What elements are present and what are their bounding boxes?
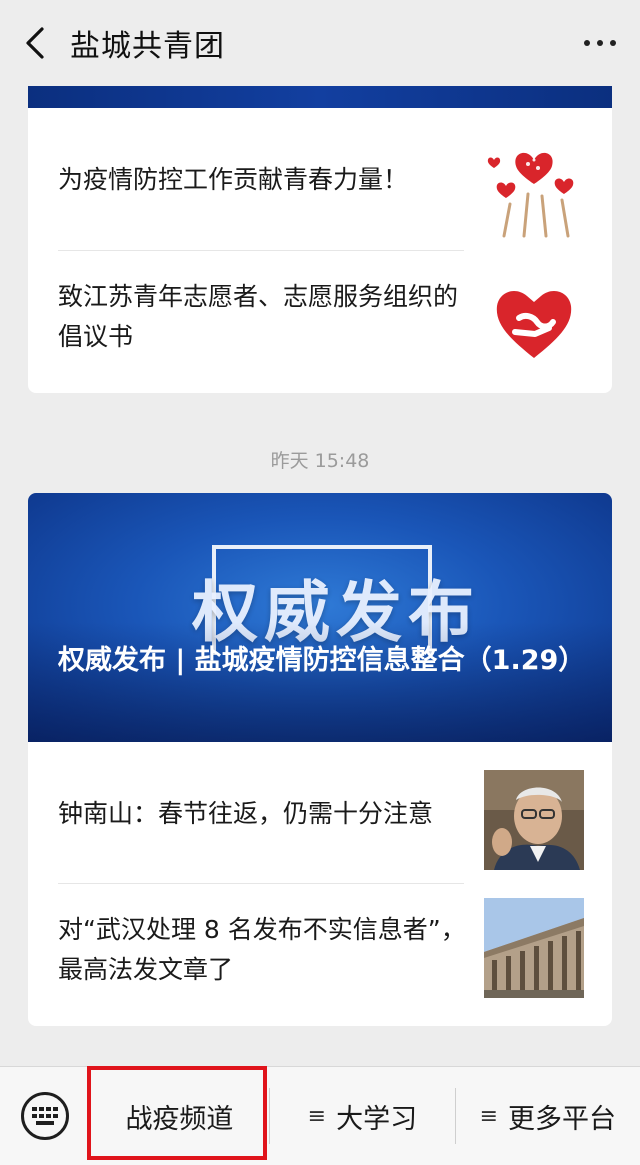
menu-tab-daxuexi[interactable]: ≡ 大学习 — [270, 1067, 454, 1165]
message-timestamp: 昨天 15:48 — [270, 450, 370, 472]
article-title: 为疫情防控工作贡献青春力量！ — [58, 165, 409, 194]
article-item[interactable]: 对“武汉处理 8 名发布不实信息者”，最高法发文章了 — [28, 884, 612, 1026]
article-group-card: 为疫情防控工作贡献青春力量！ 致江苏青年志愿者、志愿服务组织的倡议书 — [28, 86, 612, 393]
previous-banner-strip[interactable] — [28, 86, 612, 108]
menu-tab-label: 更多平台 — [508, 1103, 616, 1135]
portrait-photo — [484, 770, 584, 870]
keyboard-icon — [20, 1092, 69, 1140]
headline-banner[interactable]: 权威发布 权威发布 | 盐城疫情防控信息整合（1.29） — [28, 493, 612, 742]
article-title: 钟南山：春节往返，仍需十分注意 — [58, 799, 434, 828]
menu-lines-icon: ≡ — [307, 1103, 327, 1129]
more-options-button[interactable] — [560, 0, 640, 86]
headline-title: 权威发布 | 盐城疫情防控信息整合（1.29） — [58, 645, 586, 676]
article-title: 对“武汉处理 8 名发布不实信息者”，最高法发文章了 — [58, 915, 466, 984]
more-dots-icon — [584, 40, 590, 46]
article-item[interactable]: 为疫情防控工作贡献青春力量！ — [28, 108, 612, 250]
article-item[interactable]: 致江苏青年志愿者、志愿服务组织的倡议书 — [28, 251, 612, 393]
menu-tab-label: 战疫频道 — [125, 1103, 234, 1135]
bottom-menu-bar: 战疫频道 ≡ 大学习 ≡ 更多平台 — [0, 1066, 640, 1165]
keyboard-toggle-button[interactable] — [0, 1067, 90, 1165]
top-nav-bar: 盐城共青团 — [0, 0, 640, 86]
court-building-photo — [484, 898, 584, 998]
article-title: 致江苏青年志愿者、志愿服务组织的倡议书 — [58, 282, 459, 351]
menu-lines-icon: ≡ — [479, 1103, 498, 1129]
article-group-card: 权威发布 权威发布 | 盐城疫情防控信息整合（1.29） 钟南山：春节往返，仍需… — [28, 493, 612, 1026]
volunteer-heart-logo — [484, 273, 584, 373]
back-button[interactable] — [0, 0, 70, 86]
menu-tab-zhanyi[interactable]: 战疫频道 — [90, 1067, 269, 1165]
page-title: 盐城共青团 — [70, 29, 225, 64]
menu-tab-label: 大学习 — [336, 1103, 418, 1135]
article-item[interactable]: 钟南山：春节往返，仍需十分注意 — [28, 742, 612, 883]
chevron-left-icon — [26, 27, 44, 59]
menu-tab-more-platforms[interactable]: ≡ 更多平台 — [456, 1067, 640, 1165]
hands-hearts-image — [484, 138, 584, 238]
